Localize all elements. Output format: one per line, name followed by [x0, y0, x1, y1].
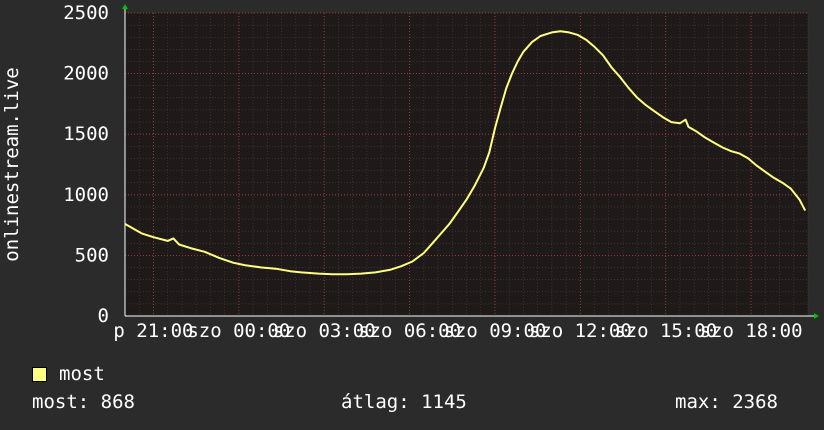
- y-axis-arrow: [122, 4, 128, 9]
- y-axis-label: onlinestream.live: [1, 67, 23, 261]
- y-tick-label: 2000: [63, 63, 109, 85]
- chart-svg: 05001000150020002500p 21:00szo 00:00szo …: [1, 2, 819, 342]
- y-tick-label: 500: [75, 244, 109, 266]
- y-tick-label: 0: [98, 305, 109, 327]
- legend: most: [32, 363, 105, 385]
- legend-label: most: [59, 363, 105, 385]
- stat-max: max: 2368: [675, 391, 778, 413]
- legend-swatch: [32, 366, 47, 382]
- x-tick-label: szo 18:00: [700, 320, 803, 342]
- stat-average: átlag: 1145: [341, 391, 467, 413]
- stat-current: most: 868: [32, 391, 135, 413]
- y-tick-label: 1500: [63, 123, 109, 145]
- x-tick-label: p 21:00: [113, 320, 193, 342]
- x-axis-arrow: [814, 313, 819, 319]
- y-tick-label: 2500: [63, 2, 109, 24]
- y-tick-label: 1000: [63, 184, 109, 206]
